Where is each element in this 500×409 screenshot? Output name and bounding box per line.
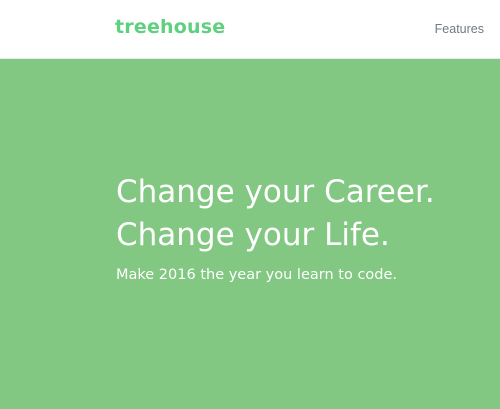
hero-headline: Change your Career. Change your Life. [116,171,435,257]
hero-section: Change your Career. Change your Life. Ma… [0,59,500,409]
hero-headline-line-2: Change your Life. [116,217,390,253]
nav-link-features[interactable]: Features [435,21,484,37]
hero-subheadline: Make 2016 the year you learn to code. [116,267,398,283]
treehouse-logo[interactable]: treehouse [115,16,225,38]
hero-headline-line-1: Change your Career. [116,174,435,210]
site-header: treehouse Features [0,0,500,59]
